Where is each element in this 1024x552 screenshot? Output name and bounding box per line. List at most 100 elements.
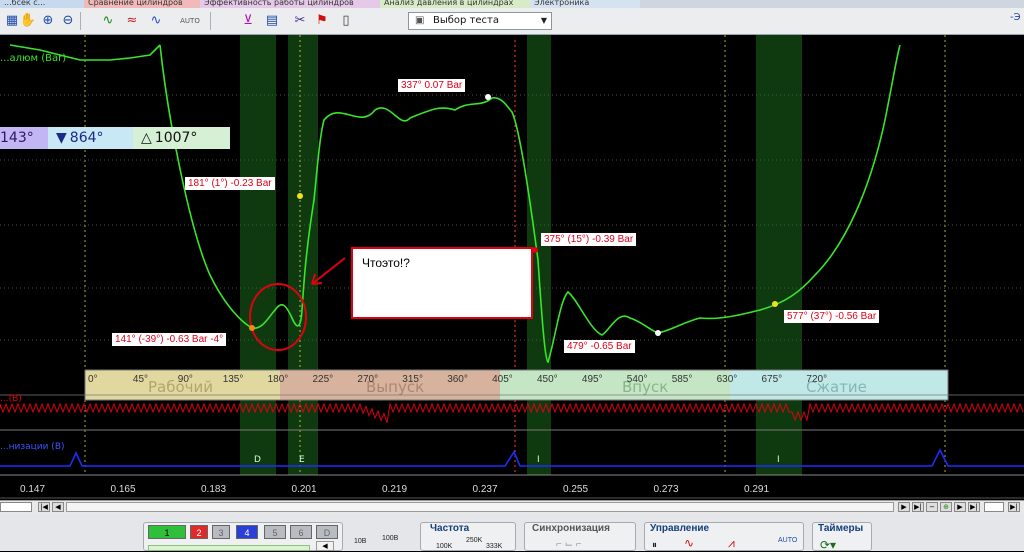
scroll-right-button[interactable]: ▶|	[1008, 502, 1020, 512]
channel-button-4[interactable]: 4	[236, 525, 258, 539]
position-input[interactable]	[0, 502, 32, 512]
prev-button[interactable]: ◀	[52, 502, 64, 512]
event-letter: D	[254, 455, 261, 465]
angle-tick: 225°	[312, 374, 334, 385]
page-icon[interactable]: ▯	[336, 11, 356, 31]
point-label: 375° (15°) -0.39 Bar	[541, 233, 637, 246]
step-forward-button[interactable]: ▶	[954, 502, 966, 512]
zoom-icon[interactable]: ⊕	[38, 11, 58, 31]
control-panel: 123456D ◀ 10В 100В Частота 100K 250K 333…	[0, 514, 1024, 552]
marker-point[interactable]	[655, 330, 661, 336]
delta-icon: △	[141, 130, 152, 146]
last-button[interactable]: ▶|	[912, 502, 924, 512]
angle-tick: 495°	[581, 374, 603, 385]
tab-cylinder-compare[interactable]: Сравнение цилиндров	[84, 0, 200, 8]
angle-tick: 585°	[671, 374, 693, 385]
time-tick: 0.147	[20, 484, 46, 495]
channel-level-bar[interactable]	[148, 545, 310, 551]
freq-value[interactable]: 250K	[466, 537, 482, 544]
time-tick: 0.165	[110, 484, 136, 495]
channel-button-1[interactable]: 1	[148, 525, 186, 539]
marker-point[interactable]	[249, 325, 255, 331]
test-icon: ▣	[415, 15, 425, 26]
time-tick: 0.273	[653, 484, 679, 495]
auto-icon[interactable]: AUTO	[180, 11, 200, 31]
volt-label: 10В	[354, 538, 367, 545]
angle-tick: 45°	[132, 374, 149, 385]
event-letter: I	[777, 455, 780, 465]
trace-title: ...алюм (Bar)	[0, 53, 67, 64]
channel-button-2[interactable]: 2	[190, 525, 208, 539]
test-select-value: Выбор теста	[433, 15, 499, 26]
freq-value[interactable]: 333K	[486, 543, 502, 550]
filter-icon: ▼	[56, 130, 67, 146]
zoom-field[interactable]	[984, 502, 1004, 512]
marker-point[interactable]	[485, 94, 491, 100]
event-letter: I	[537, 455, 540, 465]
timers-title: Таймеры	[818, 523, 864, 534]
table-icon[interactable]: ▤	[262, 11, 282, 31]
flag-icon[interactable]: ⚑	[312, 11, 332, 31]
hand-icon[interactable]: ✋	[18, 11, 38, 31]
marker-point[interactable]	[772, 301, 778, 307]
phase-label: Рабочий	[148, 378, 214, 396]
pause-icon[interactable]: ⏸	[652, 540, 657, 551]
zoom-out-icon[interactable]: ⊖	[58, 11, 78, 31]
marker-point[interactable]	[297, 193, 303, 199]
time-tick: 0.201	[291, 484, 317, 495]
frequency-title: Частота	[430, 523, 470, 534]
channel-label-3: ...низации (В)	[0, 442, 65, 452]
point-label: 337° 0.07 Bar	[398, 79, 466, 92]
step-end-button[interactable]: ▶|	[968, 502, 980, 512]
next-button[interactable]: ▶	[898, 502, 910, 512]
sawtooth-icon[interactable]: ⩘	[728, 536, 735, 551]
zoom-minus-button[interactable]: −	[926, 502, 938, 512]
channel-button-D[interactable]: D	[316, 525, 338, 539]
time-tick: 0.219	[382, 484, 408, 495]
channel-label-2: ...(В)	[0, 394, 22, 404]
angle-a: 143°	[0, 127, 48, 149]
angle-tick: 405°	[492, 374, 513, 385]
phase-label: Впуск	[622, 378, 669, 396]
zone-i2	[756, 35, 802, 475]
wave3-icon[interactable]: ∿	[146, 11, 166, 31]
phase-label: Выпуск	[366, 378, 425, 396]
tab-electronics[interactable]: Электроника	[530, 0, 640, 8]
volt-label: 100В	[382, 535, 399, 542]
tab-strip: ...бсек с... Сравнение цилиндров Эффекти…	[0, 0, 1024, 8]
channel-button-5[interactable]: 5	[264, 525, 286, 539]
sync-edge-icon[interactable]: ⌐ ⌙ ⌐	[556, 539, 582, 550]
horizontal-scrollbar[interactable]	[66, 502, 894, 512]
annotation-note: Чтоэто!?	[351, 247, 533, 319]
point-label: 479° -0.65 Bar	[564, 340, 635, 353]
first-button[interactable]: |◀	[38, 502, 50, 512]
wave-icon[interactable]: ∿	[98, 11, 118, 31]
auto-icon[interactable]: AUTO	[778, 537, 797, 544]
timer-icon[interactable]: ⟳▾	[820, 538, 836, 552]
angle-tick: 630°	[716, 374, 738, 385]
test-select[interactable]: ▣ Выбор теста ▼	[408, 12, 552, 30]
chevron-down-icon: ▼	[540, 16, 547, 25]
channel-minus-button[interactable]: ◀	[316, 541, 334, 551]
wave2-icon[interactable]: ≈	[122, 11, 142, 31]
marker-icon[interactable]: ⊻	[238, 11, 258, 31]
sync-title: Синхронизация	[532, 523, 610, 534]
zoom-plus-button[interactable]: ⊕	[940, 502, 952, 512]
sine-icon[interactable]: ∿	[684, 536, 694, 550]
angle-readout-bar: 143° ▼ 864° △ 1007°	[0, 127, 230, 149]
channel-button-3[interactable]: 3	[212, 525, 230, 539]
marker-scissors-icon[interactable]: ✂	[290, 11, 310, 31]
freq-value[interactable]: 100K	[436, 543, 452, 550]
zone-d	[240, 35, 276, 475]
tab-pressure-analysis[interactable]: Анализ давления в цилиндрах	[380, 0, 530, 8]
time-tick: 0.183	[201, 484, 227, 495]
point-label: 577° (37°) -0.56 Bar	[784, 310, 880, 323]
time-tick: 0.291	[744, 484, 770, 495]
tab-cylinder-efficiency[interactable]: Эффективность работы цилиндров	[200, 0, 380, 8]
point-label: 141° (-39°) -0.63 Bar -4°	[112, 333, 227, 346]
zoom-readout: -Э	[1010, 12, 1021, 23]
tab-1[interactable]: ...бсек с...	[0, 0, 84, 8]
angle-tick: 135°	[222, 374, 244, 385]
angle-tick: 0°	[88, 374, 98, 385]
channel-button-6[interactable]: 6	[290, 525, 312, 539]
